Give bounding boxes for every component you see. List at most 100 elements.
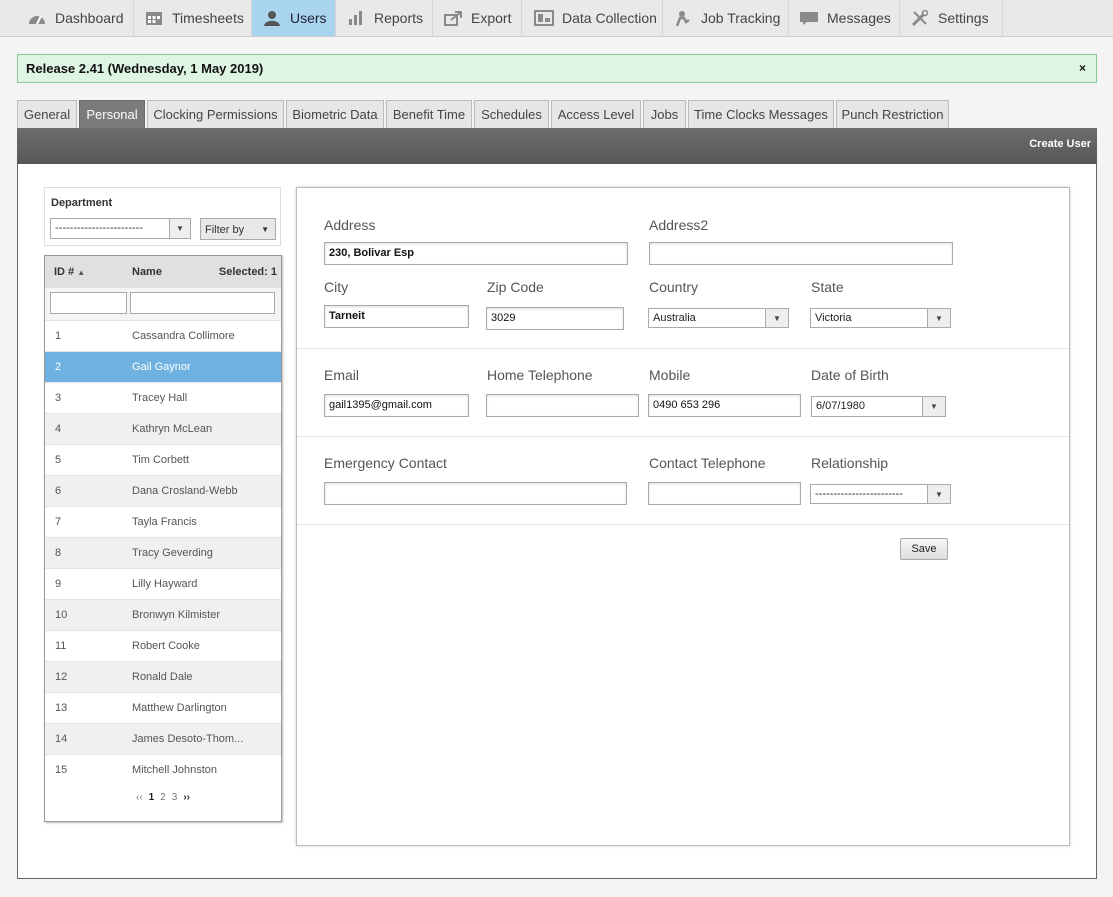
job-tracking-icon bbox=[675, 11, 690, 26]
tab-benefit-time[interactable]: Benefit Time bbox=[386, 100, 472, 128]
tab-clocking-permissions[interactable]: Clocking Permissions bbox=[147, 100, 284, 128]
nav-dashboard[interactable]: Dashboard bbox=[17, 0, 134, 36]
release-banner: Release 2.41 (Wednesday, 1 May 2019) × bbox=[17, 54, 1097, 83]
table-row[interactable]: 6 Dana Crosland-Webb bbox=[45, 475, 281, 506]
table-row[interactable]: 3 Tracey Hall bbox=[45, 382, 281, 413]
nav-users-label: Users bbox=[290, 10, 327, 26]
nav-reports[interactable]: Reports bbox=[336, 0, 433, 36]
name-column-header[interactable]: Name bbox=[132, 266, 162, 278]
table-row[interactable]: 10 Bronwyn Kilmister bbox=[45, 599, 281, 630]
user-id: 7 bbox=[55, 516, 62, 528]
table-row[interactable]: 14 James Desoto-Thom... bbox=[45, 723, 281, 754]
nav-settings-label: Settings bbox=[938, 10, 989, 26]
user-id: 12 bbox=[55, 671, 68, 683]
name-filter-input[interactable] bbox=[130, 292, 275, 314]
tab-label: General bbox=[23, 107, 71, 122]
nav-data-collection[interactable]: Data Collection bbox=[522, 0, 663, 36]
user-icon bbox=[264, 11, 280, 26]
user-id: 8 bbox=[55, 547, 62, 559]
relationship-label: Relationship bbox=[811, 455, 889, 471]
country-select[interactable]: Australia ▼ bbox=[648, 308, 789, 328]
zip-code-field[interactable]: 3029 bbox=[486, 307, 624, 330]
chevron-down-icon: ▼ bbox=[922, 397, 945, 416]
address2-label: Address2 bbox=[649, 217, 709, 233]
department-select-value: ------------------------ bbox=[55, 222, 143, 234]
table-row[interactable]: 12 Ronald Dale bbox=[45, 661, 281, 692]
user-list-header: ID # ▲ Name Selected: 1 bbox=[45, 256, 281, 289]
emergency-contact-field[interactable] bbox=[324, 482, 627, 505]
next-page-button[interactable]: ›› bbox=[183, 792, 190, 803]
department-label: Department bbox=[51, 197, 113, 209]
contact-telephone-field[interactable] bbox=[648, 482, 801, 505]
user-name: Dana Crosland-Webb bbox=[132, 485, 238, 497]
save-button[interactable]: Save bbox=[900, 538, 948, 560]
state-select[interactable]: Victoria ▼ bbox=[810, 308, 951, 328]
table-row[interactable]: 5 Tim Corbett bbox=[45, 444, 281, 475]
address-field[interactable]: 230, Bolivar Esp bbox=[324, 242, 628, 265]
table-row[interactable]: 4 Kathryn McLean bbox=[45, 413, 281, 444]
mobile-field[interactable]: 0490 653 296 bbox=[648, 394, 801, 417]
table-row[interactable]: 2 Gail Gaynor bbox=[45, 351, 281, 382]
data-collection-icon bbox=[534, 10, 554, 26]
address-label: Address bbox=[324, 217, 376, 233]
nav-export[interactable]: Export bbox=[433, 0, 522, 36]
column-filter-row bbox=[45, 288, 281, 320]
tab-access-level[interactable]: Access Level bbox=[551, 100, 641, 128]
nav-export-label: Export bbox=[471, 10, 512, 26]
user-name: James Desoto-Thom... bbox=[132, 733, 244, 745]
table-row[interactable]: 9 Lilly Hayward bbox=[45, 568, 281, 599]
city-field[interactable]: Tarneit bbox=[324, 305, 469, 328]
table-row[interactable]: 1 Cassandra Collimore bbox=[45, 320, 281, 351]
section-divider bbox=[297, 524, 1069, 525]
nav-job-tracking[interactable]: Job Tracking bbox=[663, 0, 789, 36]
user-name: Lilly Hayward bbox=[132, 578, 198, 590]
id-filter-input[interactable] bbox=[50, 292, 127, 314]
create-user-button[interactable]: Create User bbox=[1029, 138, 1091, 150]
page-2-button[interactable]: 2 bbox=[160, 792, 166, 803]
settings-tools-icon bbox=[911, 10, 929, 26]
chevron-down-icon: ▼ bbox=[765, 309, 788, 327]
contact-telephone-label: Contact Telephone bbox=[649, 455, 766, 471]
tab-time-clocks-messages[interactable]: Time Clocks Messages bbox=[688, 100, 834, 128]
filter-by-label: Filter by bbox=[205, 224, 245, 236]
user-name: Gail Gaynor bbox=[132, 361, 191, 373]
tab-general[interactable]: General bbox=[17, 100, 77, 128]
user-name: Tracey Hall bbox=[132, 392, 188, 404]
country-label: Country bbox=[649, 279, 699, 295]
nav-users[interactable]: Users bbox=[252, 0, 336, 36]
tab-biometric-data[interactable]: Biometric Data bbox=[286, 100, 384, 128]
tab-personal[interactable]: Personal bbox=[79, 100, 145, 128]
chevron-down-icon: ▼ bbox=[927, 309, 950, 327]
nav-timesheets[interactable]: Timesheets bbox=[134, 0, 252, 36]
table-row[interactable]: 8 Tracy Geverding bbox=[45, 537, 281, 568]
tab-label: Access Level bbox=[557, 107, 635, 122]
prev-page-button[interactable]: ‹‹ bbox=[136, 792, 143, 803]
tab-punch-restriction[interactable]: Punch Restriction bbox=[836, 100, 949, 128]
table-row[interactable]: 13 Matthew Darlington bbox=[45, 692, 281, 723]
department-select[interactable]: ------------------------ ▼ bbox=[50, 218, 191, 239]
table-row[interactable]: 15 Mitchell Johnston bbox=[45, 754, 281, 785]
message-icon bbox=[800, 12, 818, 25]
filter-by-button[interactable]: Filter by ▼ bbox=[200, 218, 276, 240]
tab-jobs[interactable]: Jobs bbox=[643, 100, 686, 128]
nav-settings[interactable]: Settings bbox=[900, 0, 1003, 36]
tab-label: Time Clocks Messages bbox=[694, 107, 828, 122]
relationship-select[interactable]: ------------------------ ▼ bbox=[810, 484, 951, 504]
home-telephone-field[interactable] bbox=[486, 394, 639, 417]
tab-schedules[interactable]: Schedules bbox=[474, 100, 549, 128]
user-name: Matthew Darlington bbox=[132, 702, 227, 714]
home-telephone-label: Home Telephone bbox=[487, 367, 593, 383]
nav-messages[interactable]: Messages bbox=[789, 0, 900, 36]
user-id: 5 bbox=[55, 454, 62, 466]
close-icon[interactable]: × bbox=[1079, 61, 1086, 75]
email-field[interactable]: gail1395@gmail.com bbox=[324, 394, 469, 417]
bar-chart-icon bbox=[349, 11, 362, 25]
table-row[interactable]: 11 Robert Cooke bbox=[45, 630, 281, 661]
date-of-birth-picker[interactable]: 6/07/1980 ▼ bbox=[811, 396, 946, 417]
id-column-header[interactable]: ID # ▲ bbox=[54, 266, 85, 278]
page-3-button[interactable]: 3 bbox=[172, 792, 178, 803]
page-1-button[interactable]: 1 bbox=[149, 792, 155, 803]
address2-field[interactable] bbox=[649, 242, 953, 265]
user-id: 13 bbox=[55, 702, 68, 714]
table-row[interactable]: 7 Tayla Francis bbox=[45, 506, 281, 537]
